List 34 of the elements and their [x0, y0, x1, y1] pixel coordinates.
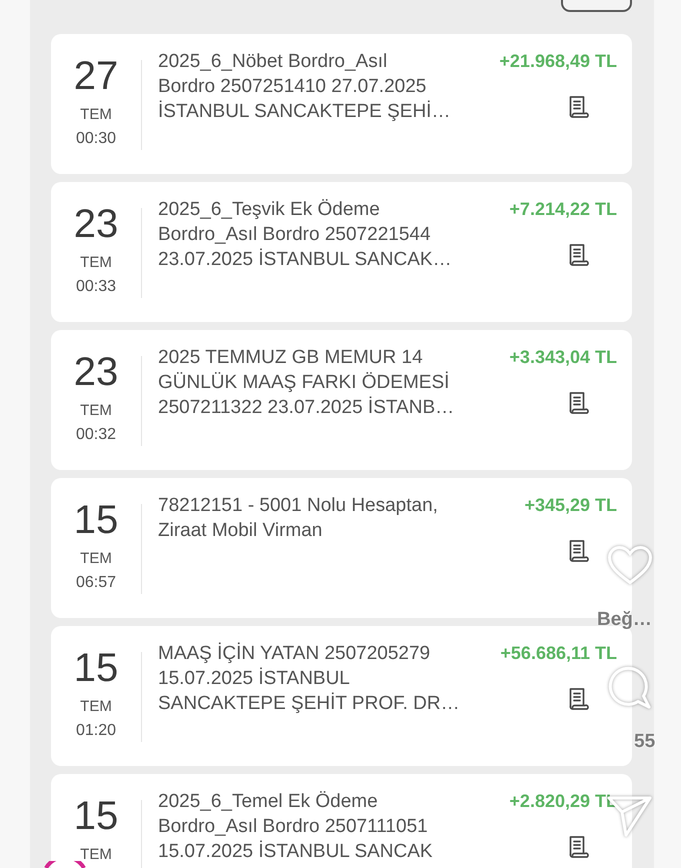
day-number: 15 — [74, 796, 118, 836]
time-label: 00:32 — [76, 425, 116, 445]
day-number: 23 — [74, 204, 118, 244]
day-number: 27 — [74, 56, 118, 96]
amount-text: +7.214,22 TL — [509, 198, 617, 221]
month-label: TEM — [80, 845, 112, 865]
amount-text: +21.968,49 TL — [499, 50, 617, 73]
month-label: TEM — [80, 253, 112, 273]
amount-text: +345,29 TL — [524, 494, 617, 517]
top-button[interactable] — [561, 0, 632, 12]
month-label: TEM — [80, 697, 112, 717]
time-label: 06:57 — [76, 573, 116, 593]
transaction-description: 78212151 - 5001 Nolu Hesaptan, Ziraat Mobil Virman — [158, 494, 439, 543]
month-label: TEM — [80, 549, 112, 569]
amount-text: +56.686,11 TL — [500, 642, 617, 665]
transaction-description: 2025_6_Temel Ek Ödeme Bordro_Asıl Bordro 2507111051 15.07.2025 İSTANBUL SANCAK — [158, 790, 434, 864]
transaction-card[interactable]: 27 TEM 00:30 2025_6_Nöbet Bordro_Asıl Bordro 2507251410 27.07.2025 İSTANBUL SANCAKTEPE ŞEHİ… +21.968,49 TL — [51, 34, 632, 174]
month-label: TEM — [80, 105, 112, 125]
transaction-card[interactable]: 23 TEM 00:33 2025_6_Teşvik Ek Ödeme Bordro_Asıl Bordro 2507221544 23.07.2025 İSTANBUL SANCAK… +7.214,22 TL — [51, 182, 632, 322]
time-label: 00:33 — [76, 277, 116, 297]
time-label: 00:30 — [76, 129, 116, 149]
amount-text: +3.343,04 TL — [509, 346, 617, 369]
comment-count: 55 — [634, 730, 656, 754]
transaction-description: MAAŞ İÇİN YATAN 2507205279 15.07.2025 İSTANBUL SANCAKTEPE ŞEHİT PROF. DR… — [158, 642, 461, 716]
month-label: TEM — [80, 401, 112, 421]
day-number: 23 — [74, 352, 118, 392]
transaction-description: 2025 TEMMUZ GB MEMUR 14 GÜNLÜK MAAŞ FARKI ÖDEMESİ 2507211322 23.07.2025 İSTANB… — [158, 346, 456, 420]
transaction-description: 2025_6_Nöbet Bordro_Asıl Bordro 2507251410 27.07.2025 İSTANBUL SANCAKTEPE ŞEHİ… — [158, 50, 452, 124]
transaction-description: 2025_6_Teşvik Ek Ödeme Bordro_Asıl Bordro 2507221544 23.07.2025 İSTANBUL SANCAK… — [158, 198, 453, 272]
transaction-card[interactable]: 23 TEM 00:32 2025 TEMMUZ GB MEMUR 14 GÜNLÜK MAAŞ FARKI ÖDEMESİ 2507211322 23.07.2025 İSTANB… +3.343,04 TL — [51, 330, 632, 470]
time-label: 01:20 — [76, 721, 116, 741]
avatar-ring-icon — [44, 861, 86, 868]
day-number: 15 — [74, 648, 118, 688]
day-number: 15 — [74, 500, 118, 540]
